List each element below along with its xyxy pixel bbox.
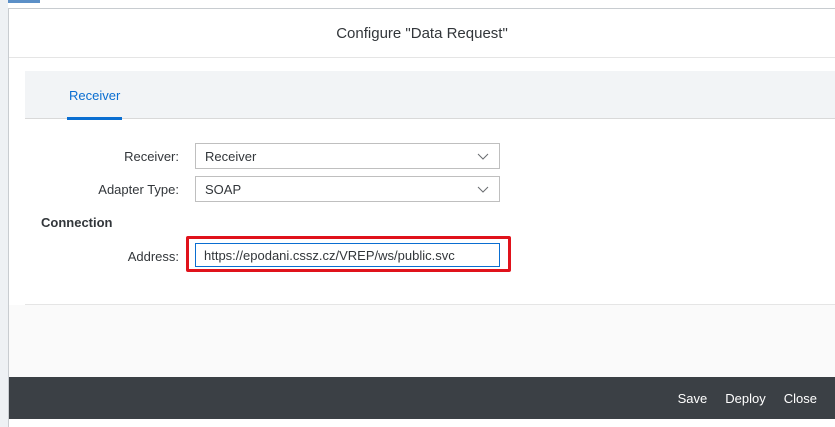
configure-dialog: Configure "Data Request" Receiver Receiv… (8, 8, 835, 427)
receiver-select[interactable]: Receiver (195, 143, 500, 169)
deploy-button[interactable]: Deploy (716, 391, 774, 406)
background-edge (0, 0, 8, 427)
receiver-select-value: Receiver (205, 148, 257, 164)
tab-bar: Receiver (25, 71, 835, 120)
dialog-body-lower (9, 305, 835, 377)
close-button[interactable]: Close (775, 391, 826, 406)
dialog-footer: Save Deploy Close (9, 377, 835, 419)
save-button[interactable]: Save (669, 391, 717, 406)
adapter-type-select-value: SOAP (205, 181, 242, 197)
dialog-title: Configure "Data Request" (336, 24, 508, 42)
address-input[interactable] (195, 243, 500, 267)
tab-receiver-label: Receiver (69, 87, 121, 103)
receiver-label: Receiver: (124, 149, 179, 164)
connection-section-title: Connection (41, 215, 113, 230)
chevron-down-icon (477, 153, 489, 160)
adapter-type-select[interactable]: SOAP (195, 176, 500, 202)
dialog-header: Configure "Data Request" (9, 9, 835, 58)
tab-receiver[interactable]: Receiver (61, 71, 128, 120)
chevron-down-icon (477, 186, 489, 193)
address-label: Address: (127, 249, 179, 264)
adapter-type-label: Adapter Type: (98, 182, 179, 197)
